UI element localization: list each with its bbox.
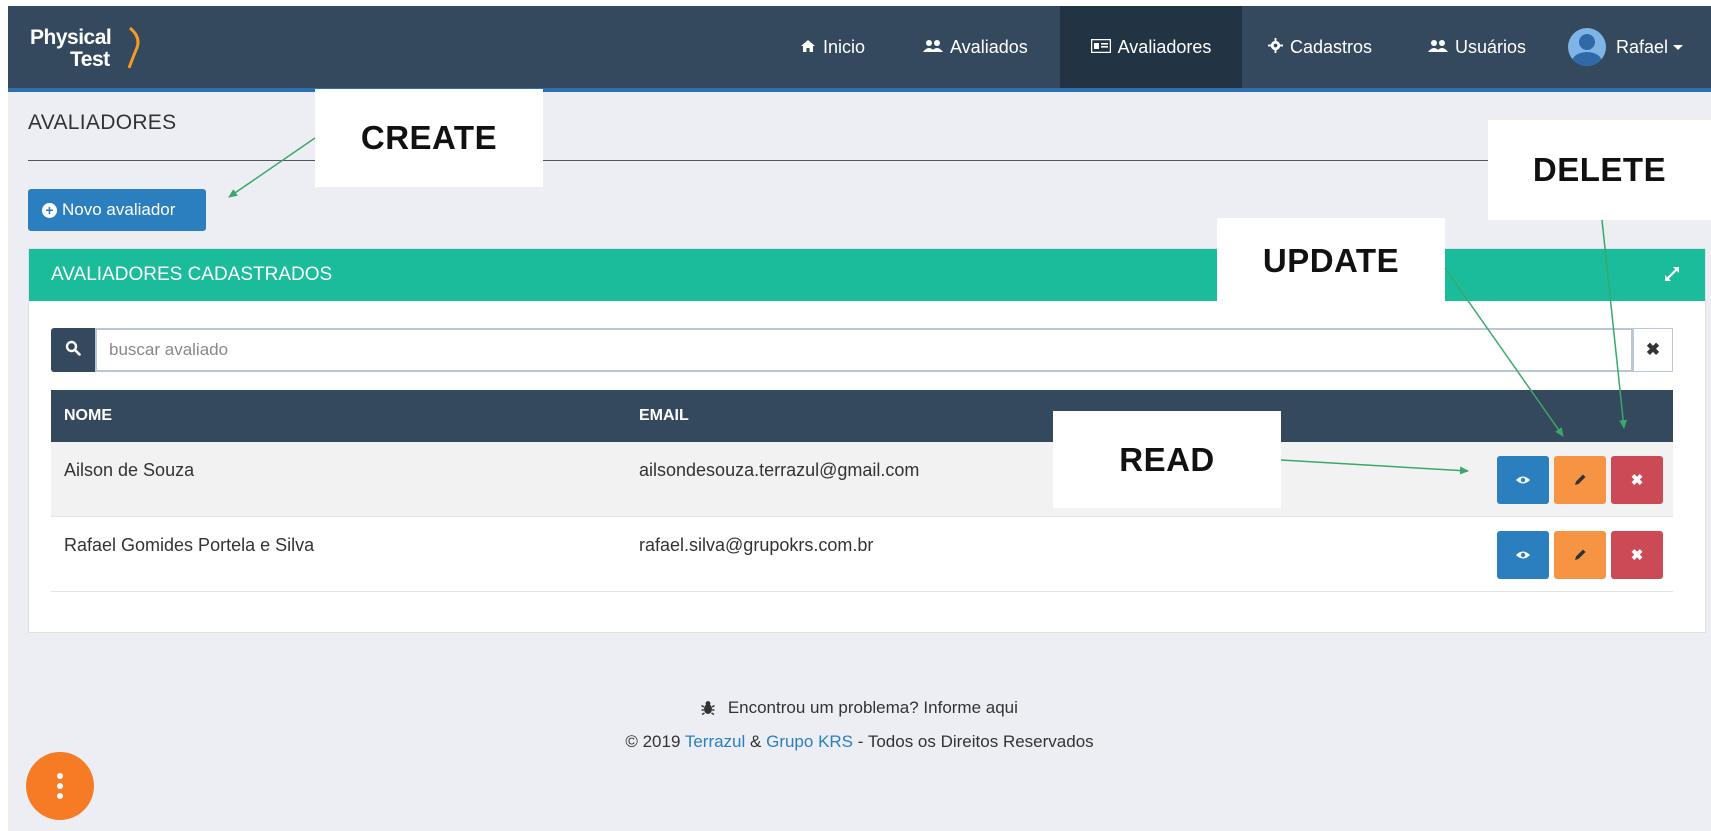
- table-row: Ailson de Souza ailsondesouza.terrazul@g…: [51, 442, 1673, 517]
- close-icon: ✖: [1645, 340, 1661, 359]
- eye-icon: [1516, 476, 1530, 484]
- row-email: ailsondesouza.terrazul@gmail.com: [639, 460, 920, 480]
- new-avaliador-button[interactable]: + Novo avaliador: [28, 189, 206, 231]
- users-icon: [1428, 37, 1448, 58]
- column-header-email: EMAIL: [639, 407, 689, 424]
- nav-avaliadores[interactable]: Avaliadores: [1060, 6, 1242, 88]
- user-name: Rafael: [1616, 36, 1669, 57]
- top-navbar: Physical Test Inicio Avaliados Avaliador…: [8, 6, 1711, 92]
- logo-text-line2: Test: [70, 48, 110, 71]
- nav-cadastros-label: Cadastros: [1290, 36, 1373, 57]
- clear-search-button[interactable]: ✖: [1633, 328, 1673, 372]
- expand-icon[interactable]: [1663, 265, 1681, 288]
- logo-swoosh-icon: [128, 26, 140, 69]
- copyright-amp: &: [745, 732, 767, 751]
- pencil-icon: [1575, 474, 1586, 485]
- table-header: NOME EMAIL: [51, 390, 1673, 442]
- report-problem-text: Encontrou um problema? Informe aqui: [727, 698, 1018, 717]
- annotation-read: READ: [1053, 411, 1281, 508]
- nav-usuarios-label: Usuários: [1455, 36, 1527, 57]
- copyright-suffix: - Todos os Direitos Reservados: [853, 732, 1094, 751]
- logo-text-line1: Physical: [30, 26, 112, 49]
- plus-circle-icon: +: [42, 202, 57, 218]
- row-nome: Rafael Gomides Portela e Silva: [64, 535, 315, 555]
- close-icon: ✖: [1630, 547, 1644, 564]
- annotation-delete: DELETE: [1488, 120, 1711, 220]
- copyright: © 2019 Terrazul & Grupo KRS - Todos os D…: [8, 732, 1711, 752]
- search-input[interactable]: [95, 328, 1633, 372]
- row-nome: Ailson de Souza: [64, 460, 195, 480]
- nav-avaliadores-label: Avaliadores: [1117, 36, 1212, 57]
- report-problem-link[interactable]: Encontrou um problema? Informe aqui: [8, 698, 1711, 720]
- search-icon: [65, 340, 81, 361]
- edit-button[interactable]: [1554, 456, 1606, 504]
- chevron-down-icon: [1673, 44, 1684, 50]
- column-header-nome: NOME: [64, 407, 112, 424]
- nav-cadastros[interactable]: Cadastros: [1268, 6, 1372, 88]
- floating-menu-button[interactable]: [26, 752, 94, 820]
- nav-avaliados[interactable]: Avaliados: [923, 6, 1028, 88]
- nav-inicio[interactable]: Inicio: [800, 6, 865, 88]
- vertical-dots-icon: [57, 773, 63, 779]
- edit-button[interactable]: [1554, 531, 1606, 579]
- avaliadores-panel: AVALIADORES CADASTRADOS ✖ NOME EMAIL Ail…: [28, 248, 1706, 633]
- id-card-icon: [1090, 37, 1111, 58]
- pencil-icon: [1575, 549, 1586, 560]
- close-icon: ✖: [1630, 472, 1644, 489]
- delete-button[interactable]: ✖: [1611, 456, 1663, 504]
- gear-icon: [1268, 37, 1283, 58]
- view-button[interactable]: [1497, 456, 1549, 504]
- copyright-prefix: © 2019: [625, 732, 685, 751]
- new-avaliador-label: Novo avaliador: [62, 200, 176, 219]
- grupo-krs-link[interactable]: Grupo KRS: [766, 732, 853, 751]
- user-menu[interactable]: Rafael: [1568, 6, 1684, 88]
- terrazul-link[interactable]: Terrazul: [685, 732, 745, 751]
- nav-avaliados-label: Avaliados: [950, 36, 1028, 57]
- delete-button[interactable]: ✖: [1611, 531, 1663, 579]
- page-title: AVALIADORES: [28, 111, 177, 134]
- nav-usuarios[interactable]: Usuários: [1428, 6, 1526, 88]
- nav-inicio-label: Inicio: [823, 36, 866, 57]
- panel-title: AVALIADORES CADASTRADOS: [51, 264, 333, 285]
- annotation-update: UPDATE: [1217, 218, 1445, 304]
- search-button[interactable]: [51, 328, 95, 372]
- panel-header: AVALIADORES CADASTRADOS: [29, 249, 1705, 301]
- app-logo[interactable]: Physical Test: [30, 26, 150, 76]
- view-button[interactable]: [1497, 531, 1549, 579]
- title-divider: [28, 160, 1558, 161]
- home-icon: [800, 37, 816, 58]
- avaliadores-table: NOME EMAIL Ailson de Souza ailsondesouza…: [51, 390, 1673, 592]
- avatar: [1568, 28, 1606, 66]
- bug-icon: [701, 700, 715, 720]
- users-icon: [923, 37, 943, 58]
- row-email: rafael.silva@grupokrs.com.br: [639, 535, 874, 555]
- eye-icon: [1516, 551, 1530, 559]
- table-row: Rafael Gomides Portela e Silva rafael.si…: [51, 517, 1673, 592]
- app-frame: Physical Test Inicio Avaliados Avaliador…: [8, 6, 1711, 831]
- annotation-create: CREATE: [315, 89, 543, 187]
